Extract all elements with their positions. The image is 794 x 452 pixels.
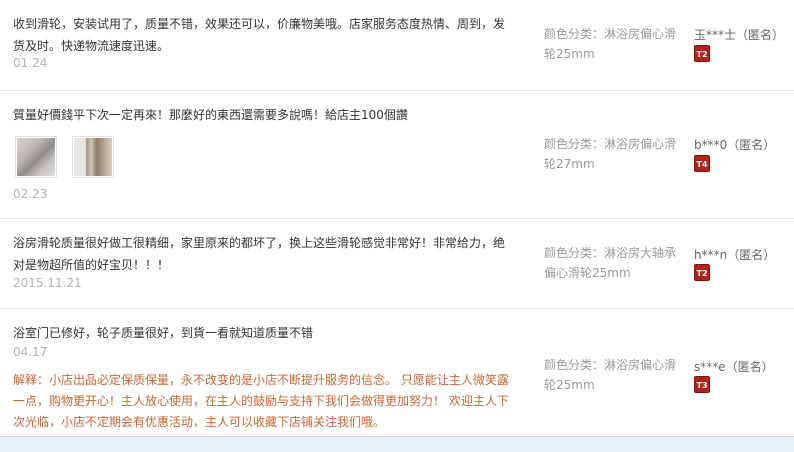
user-level-badge: T2 (694, 45, 710, 62)
reviewer-name: b***0（匿名） (694, 138, 776, 152)
review-date: 01.24 (13, 56, 48, 70)
review-item: 質量好價錢平下次一定再來！那麼好的東西還需要多說嗎！給店主100個讚 02.23… (0, 90, 794, 219)
review-item: 浴室门已修好，轮子质量很好，到貨一看就知道质量不错 04.17 解释：小店出品必… (0, 308, 794, 436)
review-text: 浴房滑轮质量很好做工很精细，家里原来的都坏了，换上这些滑轮感觉非常好！非常给力，… (13, 236, 506, 272)
review-text: 質量好價錢平下次一定再來！那麼好的東西還需要多說嗎！給店主100個讚 (13, 108, 408, 122)
seller-reply: 解释：小店出品必定保质保量，永不改变的是小店不断提升服务的信念。 只愿能让主人微… (13, 373, 509, 429)
review-date: 2015.11.21 (13, 276, 82, 290)
reviewer-name: 玉***士（匿名） (694, 28, 785, 42)
product-spec: 颜色分类：淋浴房偏心滑轮25mm (544, 27, 677, 61)
user-level-badge: T4 (694, 155, 710, 172)
user-level-badge: T2 (694, 264, 710, 281)
reviewer-name: h***n（匿名） (694, 248, 776, 262)
review-photo-image (17, 138, 55, 176)
review-date: 04.17 (13, 345, 48, 359)
review-item: 收到滑轮，安装试用了，质量不错，效果还可以，价廉物美哦。店家服务态度热情、周到，… (0, 0, 794, 91)
product-spec: 颜色分类：淋浴房偏心滑轮25mm (544, 358, 677, 392)
review-photo-image (74, 138, 112, 176)
review-photo-thumbnail[interactable] (15, 136, 57, 178)
reviewer-name: s***e（匿名） (694, 360, 774, 374)
review-text: 收到滑轮，安装试用了，质量不错，效果还可以，价廉物美哦。店家服务态度热情、周到，… (13, 17, 506, 53)
review-item: 浴房滑轮质量很好做工很精细，家里原来的都坏了，换上这些滑轮感觉非常好！非常给力，… (0, 218, 794, 309)
review-date: 02.23 (13, 187, 48, 201)
review-photo-thumbnail[interactable] (72, 136, 114, 178)
product-spec: 颜色分类：淋浴房大轴承偏心滑轮25mm (544, 246, 677, 280)
product-spec: 颜色分类：淋浴房偏心滑轮27mm (544, 137, 677, 171)
review-text: 浴室门已修好，轮子质量很好，到貨一看就知道质量不错 (13, 326, 314, 340)
bottom-bar (0, 436, 794, 452)
user-level-badge: T3 (694, 376, 710, 393)
